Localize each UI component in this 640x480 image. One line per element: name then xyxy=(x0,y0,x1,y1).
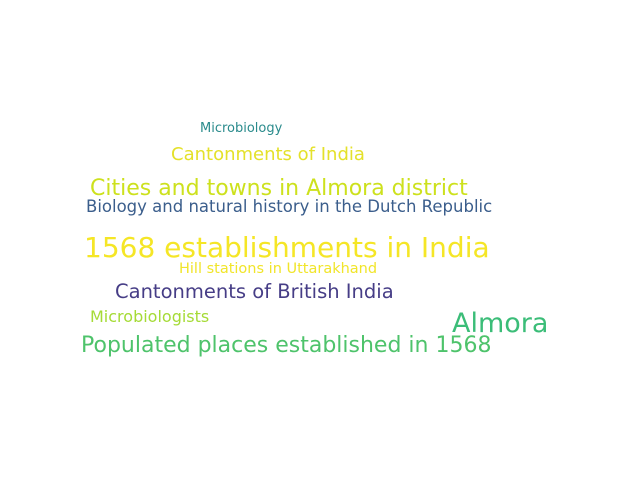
word-hill-stations-in-uttarakhand: Hill stations in Uttarakhand xyxy=(179,261,378,277)
word-populated-places-established-in-1568: Populated places established in 1568 xyxy=(81,333,492,358)
word-1568-establishments-in-india: 1568 establishments in India xyxy=(84,231,490,264)
word-cloud: Microbiology Cantonments of India Cities… xyxy=(0,0,640,480)
word-microbiologists: Microbiologists xyxy=(90,307,210,326)
word-biology-and-natural-history-dutch-republic: Biology and natural history in the Dutch… xyxy=(86,197,493,216)
word-cantonments-of-british-india: Cantonments of British India xyxy=(115,280,394,303)
word-microbiology: Microbiology xyxy=(200,121,283,136)
word-cantonments-of-india: Cantonments of India xyxy=(171,144,365,165)
